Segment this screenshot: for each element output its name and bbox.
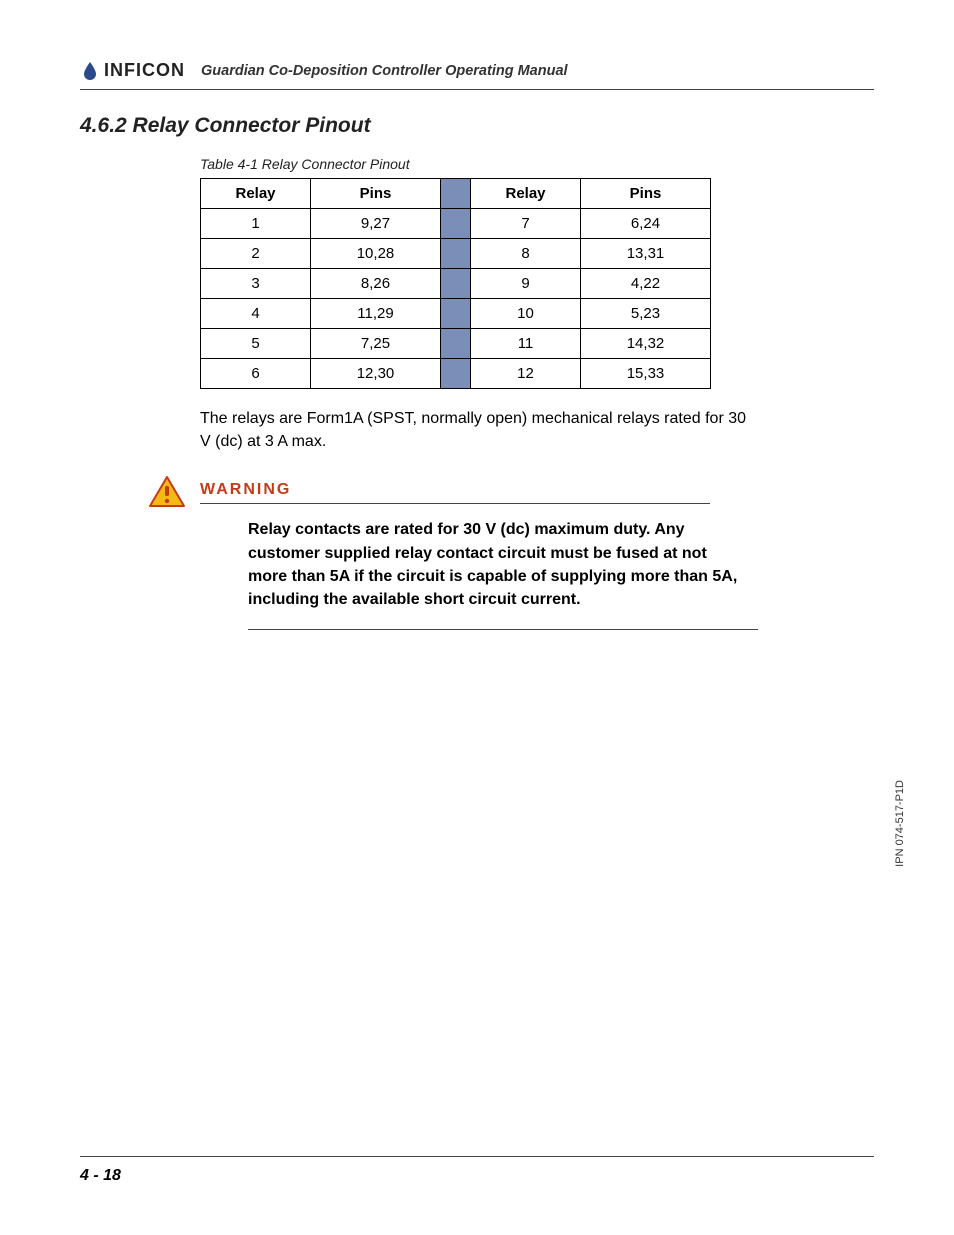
cell-pins: 13,31	[581, 239, 711, 269]
cell-relay: 3	[201, 269, 311, 299]
table-row: 2 10,28 8 13,31	[201, 239, 711, 269]
cell-pins: 15,33	[581, 359, 711, 389]
table-gap	[441, 179, 471, 209]
table-row: 3 8,26 9 4,22	[201, 269, 711, 299]
table-row: 5 7,25 11 14,32	[201, 329, 711, 359]
page-number: 4 - 18	[80, 1167, 121, 1184]
cell-relay: 7	[471, 209, 581, 239]
brand-logo: INFICON	[80, 60, 185, 81]
cell-relay: 6	[201, 359, 311, 389]
table-caption: Table 4-1 Relay Connector Pinout	[200, 156, 874, 172]
page-header: INFICON Guardian Co-Deposition Controlle…	[80, 60, 874, 90]
cell-pins: 8,26	[311, 269, 441, 299]
table-row: 4 11,29 10 5,23	[201, 299, 711, 329]
table-row: 6 12,30 12 15,33	[201, 359, 711, 389]
cell-pins: 12,30	[311, 359, 441, 389]
cell-pins: 6,24	[581, 209, 711, 239]
col-header-relay-left: Relay	[201, 179, 311, 209]
col-header-relay-right: Relay	[471, 179, 581, 209]
body-paragraph: The relays are Form1A (SPST, normally op…	[200, 407, 760, 453]
cell-relay: 2	[201, 239, 311, 269]
cell-pins: 11,29	[311, 299, 441, 329]
warning-text: Relay contacts are rated for 30 V (dc) m…	[248, 518, 738, 611]
table-row: 1 9,27 7 6,24	[201, 209, 711, 239]
cell-relay: 1	[201, 209, 311, 239]
cell-pins: 7,25	[311, 329, 441, 359]
page-footer: 4 - 18	[80, 1156, 874, 1185]
table-gap	[441, 209, 471, 239]
cell-pins: 14,32	[581, 329, 711, 359]
cell-relay: 9	[471, 269, 581, 299]
document-code: IPN 074-517-P1D	[894, 780, 906, 867]
table-header-row: Relay Pins Relay Pins	[201, 179, 711, 209]
table-gap	[441, 239, 471, 269]
cell-pins: 9,27	[311, 209, 441, 239]
warning-block: WARNING Relay contacts are rated for 30 …	[200, 481, 874, 630]
warning-rule-bottom	[248, 629, 758, 630]
manual-title: Guardian Co-Deposition Controller Operat…	[201, 63, 568, 81]
cell-relay: 10	[471, 299, 581, 329]
table-gap	[441, 269, 471, 299]
warning-rule-top	[200, 503, 710, 504]
droplet-icon	[80, 61, 100, 81]
cell-pins: 5,23	[581, 299, 711, 329]
table-gap	[441, 359, 471, 389]
table-gap	[441, 329, 471, 359]
cell-relay: 11	[471, 329, 581, 359]
relay-pinout-table: Relay Pins Relay Pins 1 9,27 7 6,24 2 10…	[200, 178, 711, 389]
warning-icon	[148, 475, 186, 514]
cell-relay: 5	[201, 329, 311, 359]
warning-label: WARNING	[200, 481, 874, 499]
cell-pins: 4,22	[581, 269, 711, 299]
table-gap	[441, 299, 471, 329]
cell-relay: 12	[471, 359, 581, 389]
cell-relay: 4	[201, 299, 311, 329]
col-header-pins-right: Pins	[581, 179, 711, 209]
brand-name: INFICON	[104, 60, 185, 81]
cell-relay: 8	[471, 239, 581, 269]
col-header-pins-left: Pins	[311, 179, 441, 209]
section-heading: 4.6.2 Relay Connector Pinout	[80, 114, 874, 138]
cell-pins: 10,28	[311, 239, 441, 269]
